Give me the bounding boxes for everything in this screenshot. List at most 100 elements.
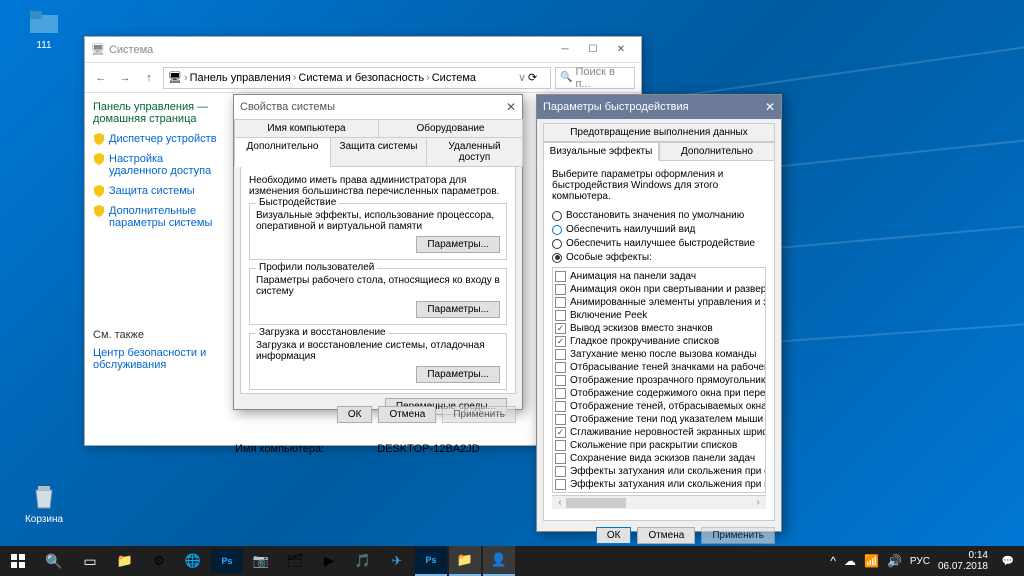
taskbar-app-settings-active[interactable]: 👤 bbox=[483, 546, 515, 576]
effect-checkbox-row[interactable]: Затухание меню после вызова команды bbox=[555, 348, 763, 361]
tab-advanced[interactable]: Дополнительно bbox=[659, 142, 775, 161]
titlebar[interactable]: 🖥 Система ─ ☐ ✕ bbox=[85, 37, 641, 63]
desktop-icon-folder[interactable]: 111 bbox=[14, 6, 74, 51]
taskbar-app-photoshop[interactable]: Ps bbox=[211, 549, 243, 573]
up-button[interactable]: ↑ bbox=[139, 68, 159, 88]
task-view-button[interactable]: ▭ bbox=[72, 546, 108, 576]
effect-checkbox-row[interactable]: Анимация окон при свертывании и разверты… bbox=[555, 283, 763, 296]
search-input[interactable]: 🔍 Поиск в п... bbox=[555, 67, 635, 89]
checkbox-icon bbox=[555, 401, 566, 412]
taskbar-app-photoshop-active[interactable]: Ps bbox=[415, 546, 447, 576]
action-center-button[interactable]: 💬 bbox=[996, 546, 1020, 576]
taskbar-app-explorer-active[interactable]: 📁 bbox=[449, 546, 481, 576]
effects-listbox[interactable]: Анимация на панели задачАнимация окон пр… bbox=[552, 267, 766, 493]
startup-settings-button[interactable]: Параметры... bbox=[416, 366, 500, 383]
dialog-titlebar[interactable]: Параметры быстродействия ✕ bbox=[537, 95, 781, 119]
sidebar-item-advanced[interactable]: Дополнительные параметры системы bbox=[93, 205, 217, 229]
taskbar-app[interactable]: 📷 bbox=[245, 549, 277, 573]
minimize-button[interactable]: ─ bbox=[551, 40, 579, 60]
horizontal-scrollbar[interactable]: ‹ › bbox=[552, 495, 766, 509]
close-icon[interactable]: ✕ bbox=[506, 100, 516, 114]
close-icon[interactable]: ✕ bbox=[765, 100, 775, 114]
effect-checkbox-row[interactable]: Эффекты затухания или скольжения при обр… bbox=[555, 465, 763, 478]
tray-up-icon[interactable]: ^ bbox=[830, 554, 836, 568]
tray-volume-icon[interactable]: 🔊 bbox=[887, 554, 902, 568]
sidebar-item-device-manager[interactable]: Диспетчер устройств bbox=[93, 133, 217, 145]
radio-custom[interactable]: Особые эффекты: bbox=[552, 252, 766, 263]
performance-settings-button[interactable]: Параметры... bbox=[416, 236, 500, 253]
start-button[interactable] bbox=[0, 546, 36, 576]
effect-checkbox-row[interactable]: Скольжение при раскрытии списков bbox=[555, 439, 763, 452]
effect-checkbox-row[interactable]: Эффекты затухания или скольжения при поя… bbox=[555, 478, 763, 491]
taskbar-app[interactable]: ▶ bbox=[313, 549, 345, 573]
group-performance: Быстродействие Визуальные эффекты, испол… bbox=[249, 203, 507, 260]
effect-checkbox-row[interactable]: Анимация на панели задач bbox=[555, 270, 763, 283]
effect-checkbox-row[interactable]: ✓Вывод эскизов вместо значков bbox=[555, 322, 763, 335]
effect-label: Отображение тени под указателем мыши bbox=[570, 414, 763, 425]
ok-button[interactable]: ОК bbox=[337, 406, 373, 423]
dialog-titlebar[interactable]: Свойства системы ✕ bbox=[234, 95, 522, 119]
chevron-down-icon[interactable]: ∨ bbox=[518, 71, 526, 84]
breadcrumb-item[interactable]: Система и безопасность bbox=[298, 72, 424, 84]
scroll-right-icon[interactable]: › bbox=[752, 497, 764, 508]
tab-dep[interactable]: Предотвращение выполнения данных bbox=[543, 123, 775, 142]
system-properties-dialog: Свойства системы ✕ Имя компьютера Оборуд… bbox=[233, 94, 523, 410]
maximize-button[interactable]: ☐ bbox=[579, 40, 607, 60]
tab-remote[interactable]: Удаленный доступ bbox=[426, 137, 523, 167]
effect-label: Включение Peek bbox=[570, 310, 647, 321]
tray-network-icon[interactable]: 📶 bbox=[864, 554, 879, 568]
taskbar-app[interactable]: 🗂 bbox=[279, 549, 311, 573]
taskbar-app-telegram[interactable]: ✈ bbox=[381, 549, 413, 573]
effect-checkbox-row[interactable]: Отбрасывание теней значками на рабочем с… bbox=[555, 361, 763, 374]
effect-checkbox-row[interactable]: Сохранение вида эскизов панели задач bbox=[555, 452, 763, 465]
radio-default[interactable]: Восстановить значения по умолчанию bbox=[552, 210, 766, 221]
tray-onedrive-icon[interactable]: ☁ bbox=[844, 554, 856, 568]
forward-button[interactable]: → bbox=[115, 68, 135, 88]
tab-visual-effects[interactable]: Визуальные эффекты bbox=[543, 142, 659, 161]
effect-label: Сглаживание неровностей экранных шрифтов bbox=[570, 427, 766, 438]
cancel-button[interactable]: Отмена bbox=[378, 406, 436, 423]
sidebar-item-security-center[interactable]: Центр безопасности и обслуживания bbox=[93, 347, 217, 371]
effect-checkbox-row[interactable]: Отображение прозрачного прямоугольника в… bbox=[555, 374, 763, 387]
folder-icon bbox=[28, 6, 60, 38]
scroll-thumb[interactable] bbox=[566, 498, 626, 508]
breadcrumb-item[interactable]: Система bbox=[432, 72, 476, 84]
refresh-icon[interactable]: ⟳ bbox=[528, 71, 546, 84]
ok-button[interactable]: ОК bbox=[596, 527, 632, 544]
effect-checkbox-row[interactable]: Отображение тени под указателем мыши bbox=[555, 413, 763, 426]
search-button[interactable]: 🔍 bbox=[36, 546, 72, 576]
breadcrumb-item[interactable]: Панель управления bbox=[190, 72, 291, 84]
back-button[interactable]: ← bbox=[91, 68, 111, 88]
tab-computer-name[interactable]: Имя компьютера bbox=[234, 119, 379, 138]
system-icon: 🖥 bbox=[91, 43, 105, 56]
radio-best-performance[interactable]: Обеспечить наилучшее быстродействие bbox=[552, 238, 766, 249]
sidebar-heading[interactable]: Панель управления — домашняя страница bbox=[93, 101, 217, 125]
profiles-settings-button[interactable]: Параметры... bbox=[416, 301, 500, 318]
effect-label: Отбрасывание теней значками на рабочем с… bbox=[570, 362, 766, 373]
cancel-button[interactable]: Отмена bbox=[637, 527, 695, 544]
radio-best-appearance[interactable]: Обеспечить наилучший вид bbox=[552, 224, 766, 235]
tray-language[interactable]: РУС bbox=[910, 556, 930, 567]
tab-protection[interactable]: Защита системы bbox=[330, 137, 427, 167]
close-button[interactable]: ✕ bbox=[607, 40, 635, 60]
effect-checkbox-row[interactable]: Отображение теней, отбрасываемых окнами bbox=[555, 400, 763, 413]
taskbar-app[interactable]: 🎵 bbox=[347, 549, 379, 573]
effect-checkbox-row[interactable]: Включение Peek bbox=[555, 309, 763, 322]
apply-button: Применить bbox=[701, 527, 775, 544]
effect-checkbox-row[interactable]: Отображение содержимого окна при перетас… bbox=[555, 387, 763, 400]
taskbar-app[interactable]: 🌐 bbox=[177, 549, 209, 573]
tab-advanced[interactable]: Дополнительно bbox=[234, 137, 331, 167]
taskbar-app[interactable]: ⚙ bbox=[143, 549, 175, 573]
checkbox-icon bbox=[555, 310, 566, 321]
desktop-icon-recycle[interactable]: Корзина bbox=[14, 480, 74, 525]
effect-checkbox-row[interactable]: Анимированные элементы управления и элем… bbox=[555, 296, 763, 309]
effect-checkbox-row[interactable]: ✓Гладкое прокручивание списков bbox=[555, 335, 763, 348]
breadcrumb[interactable]: 🖥 › Панель управления › Система и безопа… bbox=[163, 67, 551, 89]
sidebar-item-remote[interactable]: Настройка удаленного доступа bbox=[93, 153, 217, 177]
effect-checkbox-row[interactable]: ✓Сглаживание неровностей экранных шрифто… bbox=[555, 426, 763, 439]
sidebar-item-protection[interactable]: Защита системы bbox=[93, 185, 217, 197]
tab-hardware[interactable]: Оборудование bbox=[378, 119, 523, 138]
scroll-left-icon[interactable]: ‹ bbox=[554, 497, 566, 508]
taskbar-app[interactable]: 📁 bbox=[109, 549, 141, 573]
tray-clock[interactable]: 0:14 06.07.2018 bbox=[938, 550, 988, 572]
